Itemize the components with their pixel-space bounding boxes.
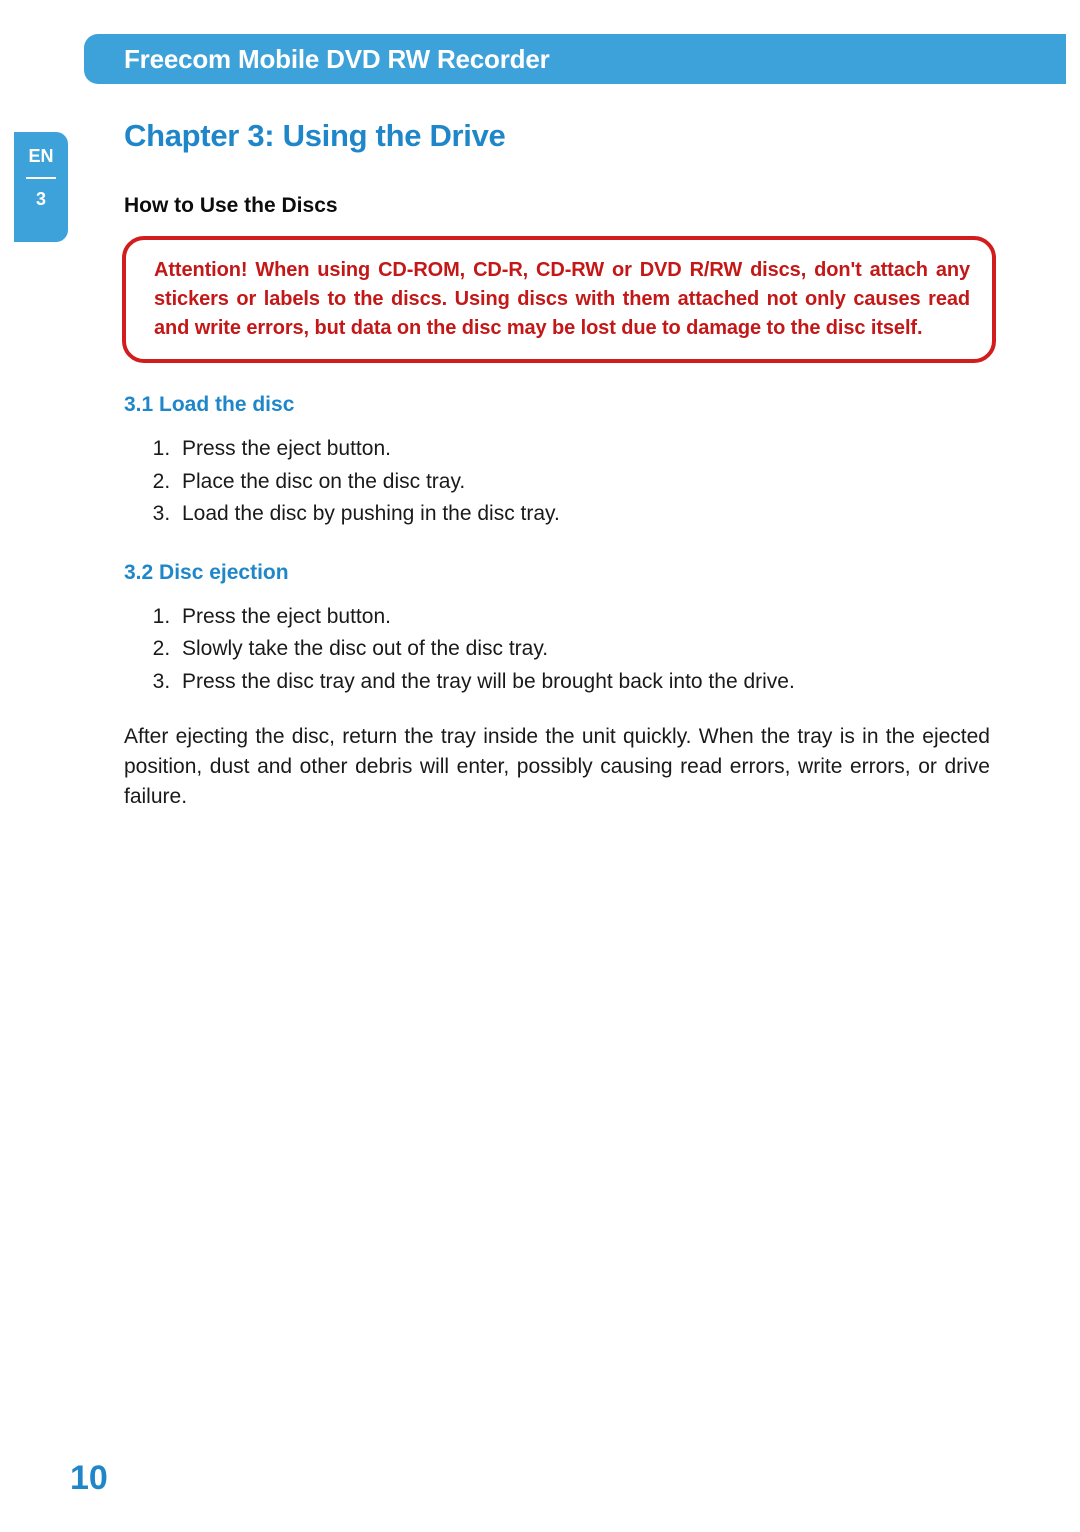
- list-item: Slowly take the disc out of the disc tra…: [176, 633, 990, 666]
- section-title: How to Use the Discs: [124, 194, 990, 218]
- list-item: Press the disc tray and the tray will be…: [176, 666, 990, 699]
- header-bar: Freecom Mobile DVD RW Recorder: [84, 34, 1066, 84]
- steps-list-3-2: Press the eject button. Slowly take the …: [124, 601, 990, 699]
- subsection-3-1-heading: 3.1 Load the disc: [124, 393, 990, 417]
- side-tab-chapter: 3: [14, 189, 68, 210]
- list-item: Press the eject button.: [176, 601, 990, 634]
- subsection-3-2-heading: 3.2 Disc ejection: [124, 561, 990, 585]
- warning-box: Attention! When using CD-ROM, CD-R, CD-R…: [122, 236, 996, 363]
- list-item: Press the eject button.: [176, 433, 990, 466]
- list-item: Load the disc by pushing in the disc tra…: [176, 498, 990, 531]
- side-tab: EN 3: [14, 132, 68, 242]
- after-note: After ejecting the disc, return the tray…: [124, 722, 990, 811]
- chapter-title: Chapter 3: Using the Drive: [124, 118, 990, 154]
- warning-text: Attention! When using CD-ROM, CD-R, CD-R…: [154, 256, 970, 343]
- page-number: 10: [70, 1459, 108, 1498]
- content-area: Chapter 3: Using the Drive How to Use th…: [124, 118, 990, 812]
- list-item: Place the disc on the disc tray.: [176, 466, 990, 499]
- side-tab-divider: [26, 177, 56, 179]
- header-title: Freecom Mobile DVD RW Recorder: [124, 44, 550, 75]
- steps-list-3-1: Press the eject button. Place the disc o…: [124, 433, 990, 531]
- side-tab-lang: EN: [14, 146, 68, 167]
- manual-page: Freecom Mobile DVD RW Recorder EN 3 Chap…: [0, 0, 1080, 1532]
